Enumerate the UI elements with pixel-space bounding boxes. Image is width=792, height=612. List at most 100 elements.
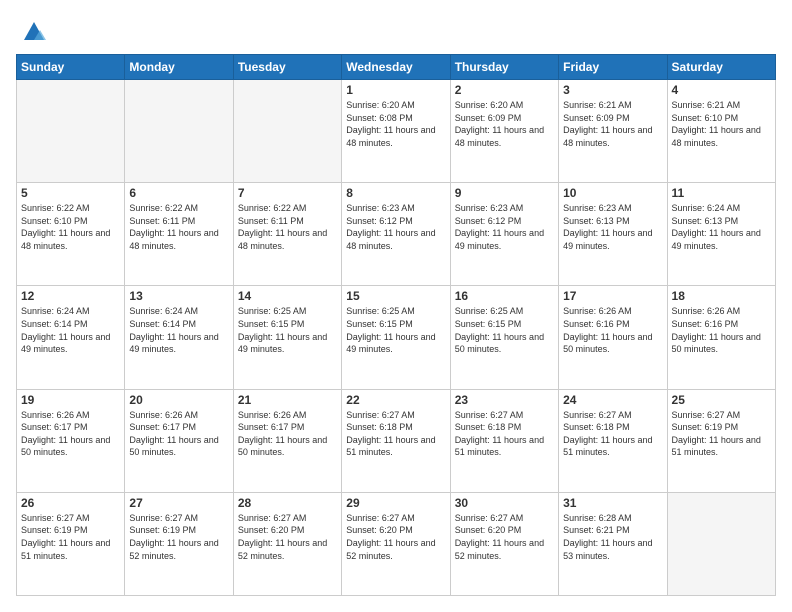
day-number: 14 (238, 289, 337, 303)
day-info: Sunrise: 6:27 AMSunset: 6:19 PMDaylight:… (129, 513, 218, 561)
logo (16, 16, 48, 44)
logo-icon (20, 16, 48, 44)
day-info: Sunrise: 6:21 AMSunset: 6:09 PMDaylight:… (563, 100, 652, 148)
calendar-cell: 8 Sunrise: 6:23 AMSunset: 6:12 PMDaylight… (342, 183, 450, 286)
day-number: 27 (129, 496, 228, 510)
calendar-cell: 5Sunrise: 6:22 AMSunset: 6:10 PMDaylight… (17, 183, 125, 286)
day-number: 15 (346, 289, 445, 303)
calendar-week-row: 5Sunrise: 6:22 AMSunset: 6:10 PMDaylight… (17, 183, 776, 286)
day-info: Sunrise: 6:27 AMSunset: 6:18 PMDaylight:… (346, 410, 435, 458)
weekday-header-wednesday: Wednesday (342, 55, 450, 80)
day-number: 9 (455, 186, 554, 200)
weekday-header-tuesday: Tuesday (233, 55, 341, 80)
calendar-cell: 3 Sunrise: 6:21 AMSunset: 6:09 PMDaylight… (559, 80, 667, 183)
weekday-header-saturday: Saturday (667, 55, 775, 80)
day-info: Sunrise: 6:28 AMSunset: 6:21 PMDaylight:… (563, 513, 652, 561)
day-number: 28 (238, 496, 337, 510)
calendar-cell: 7 Sunrise: 6:22 AMSunset: 6:11 PMDaylight… (233, 183, 341, 286)
day-info: Sunrise: 6:23 AMSunset: 6:12 PMDaylight:… (346, 203, 435, 251)
day-number: 25 (672, 393, 771, 407)
day-number: 13 (129, 289, 228, 303)
calendar-cell: 10 Sunrise: 6:23 AMSunset: 6:13 PMDayligh… (559, 183, 667, 286)
day-info: Sunrise: 6:20 AMSunset: 6:09 PMDaylight:… (455, 100, 544, 148)
day-info: Sunrise: 6:24 AMSunset: 6:14 PMDaylight:… (21, 306, 110, 354)
day-number: 23 (455, 393, 554, 407)
calendar-week-row: 1Sunrise: 6:20 AMSunset: 6:08 PMDaylight… (17, 80, 776, 183)
day-info: Sunrise: 6:27 AMSunset: 6:18 PMDaylight:… (563, 410, 652, 458)
day-info: Sunrise: 6:23 AMSunset: 6:12 PMDaylight:… (455, 203, 544, 251)
calendar-cell: 15 Sunrise: 6:25 AMSunset: 6:15 PMDayligh… (342, 286, 450, 389)
day-number: 6 (129, 186, 228, 200)
calendar-cell: 9 Sunrise: 6:23 AMSunset: 6:12 PMDaylight… (450, 183, 558, 286)
day-info: Sunrise: 6:26 AMSunset: 6:16 PMDaylight:… (672, 306, 761, 354)
day-number: 18 (672, 289, 771, 303)
day-info: Sunrise: 6:27 AMSunset: 6:20 PMDaylight:… (238, 513, 327, 561)
day-info: Sunrise: 6:24 AMSunset: 6:13 PMDaylight:… (672, 203, 761, 251)
day-info: Sunrise: 6:27 AMSunset: 6:18 PMDaylight:… (455, 410, 544, 458)
calendar-cell: 12 Sunrise: 6:24 AMSunset: 6:14 PMDayligh… (17, 286, 125, 389)
day-number: 20 (129, 393, 228, 407)
day-info: Sunrise: 6:23 AMSunset: 6:13 PMDaylight:… (563, 203, 652, 251)
calendar-cell (667, 492, 775, 595)
calendar-cell: 29 Sunrise: 6:27 AMSunset: 6:20 PMDayligh… (342, 492, 450, 595)
calendar-cell (17, 80, 125, 183)
day-info: Sunrise: 6:26 AMSunset: 6:16 PMDaylight:… (563, 306, 652, 354)
calendar-table: SundayMondayTuesdayWednesdayThursdayFrid… (16, 54, 776, 596)
calendar-cell: 19 Sunrise: 6:26 AMSunset: 6:17 PMDayligh… (17, 389, 125, 492)
day-number: 8 (346, 186, 445, 200)
day-info: Sunrise: 6:25 AMSunset: 6:15 PMDaylight:… (346, 306, 435, 354)
calendar-cell: 26Sunrise: 6:27 AMSunset: 6:19 PMDayligh… (17, 492, 125, 595)
calendar-cell: 14 Sunrise: 6:25 AMSunset: 6:15 PMDayligh… (233, 286, 341, 389)
day-number: 7 (238, 186, 337, 200)
day-info: Sunrise: 6:25 AMSunset: 6:15 PMDaylight:… (238, 306, 327, 354)
day-number: 3 (563, 83, 662, 97)
calendar-cell: 21 Sunrise: 6:26 AMSunset: 6:17 PMDayligh… (233, 389, 341, 492)
calendar-week-row: 26 Sunrise: 6:27 AMSunset: 6:19 PMDayligh… (17, 492, 776, 595)
weekday-header-friday: Friday (559, 55, 667, 80)
day-number: 11 (672, 186, 771, 200)
calendar-cell: 4 Sunrise: 6:21 AMSunset: 6:10 PMDaylight… (667, 80, 775, 183)
day-number: 1 (346, 83, 445, 97)
calendar-week-row: 19 Sunrise: 6:26 AMSunset: 6:17 PMDayligh… (17, 389, 776, 492)
weekday-header-sunday: Sunday (17, 55, 125, 80)
day-info: Sunrise: 6:26 AMSunset: 6:17 PMDaylight:… (238, 410, 327, 458)
calendar-cell: 16 Sunrise: 6:25 AMSunset: 6:15 PMDayligh… (450, 286, 558, 389)
day-number: 21 (238, 393, 337, 407)
day-info: Sunrise: 6:26 AMSunset: 6:17 PMDaylight:… (21, 410, 110, 458)
calendar-cell: 1Sunrise: 6:20 AMSunset: 6:08 PMDaylight… (342, 80, 450, 183)
day-info: Sunrise: 6:25 AMSunset: 6:15 PMDaylight:… (455, 306, 544, 354)
day-number: 4 (672, 83, 771, 97)
day-number: 19 (21, 393, 120, 407)
day-info: Sunrise: 6:24 AMSunset: 6:14 PMDaylight:… (129, 306, 218, 354)
day-number: 2 (455, 83, 554, 97)
calendar-cell: 31Sunrise: 6:28 AMSunset: 6:21 PMDayligh… (559, 492, 667, 595)
day-number: 30 (455, 496, 554, 510)
day-number: 5 (21, 186, 120, 200)
day-info: Sunrise: 6:21 AMSunset: 6:10 PMDaylight:… (672, 100, 761, 148)
day-number: 16 (455, 289, 554, 303)
calendar-cell: 17Sunrise: 6:26 AMSunset: 6:16 PMDayligh… (559, 286, 667, 389)
day-number: 10 (563, 186, 662, 200)
day-info: Sunrise: 6:27 AMSunset: 6:20 PMDaylight:… (455, 513, 544, 561)
weekday-header-monday: Monday (125, 55, 233, 80)
calendar-cell: 30 Sunrise: 6:27 AMSunset: 6:20 PMDayligh… (450, 492, 558, 595)
calendar-cell: 11 Sunrise: 6:24 AMSunset: 6:13 PMDayligh… (667, 183, 775, 286)
calendar-cell: 23 Sunrise: 6:27 AMSunset: 6:18 PMDayligh… (450, 389, 558, 492)
page-header (16, 16, 776, 44)
day-info: Sunrise: 6:27 AMSunset: 6:19 PMDaylight:… (672, 410, 761, 458)
weekday-header-thursday: Thursday (450, 55, 558, 80)
weekday-header-row: SundayMondayTuesdayWednesdayThursdayFrid… (17, 55, 776, 80)
day-info: Sunrise: 6:27 AMSunset: 6:20 PMDaylight:… (346, 513, 435, 561)
calendar-cell (125, 80, 233, 183)
day-number: 26 (21, 496, 120, 510)
day-number: 29 (346, 496, 445, 510)
calendar-cell: 24 Sunrise: 6:27 AMSunset: 6:18 PMDayligh… (559, 389, 667, 492)
day-number: 12 (21, 289, 120, 303)
calendar-cell: 25 Sunrise: 6:27 AMSunset: 6:19 PMDayligh… (667, 389, 775, 492)
calendar-cell: 22Sunrise: 6:27 AMSunset: 6:18 PMDayligh… (342, 389, 450, 492)
day-info: Sunrise: 6:22 AMSunset: 6:11 PMDaylight:… (129, 203, 218, 251)
day-number: 24 (563, 393, 662, 407)
day-info: Sunrise: 6:22 AMSunset: 6:11 PMDaylight:… (238, 203, 327, 251)
calendar-week-row: 12 Sunrise: 6:24 AMSunset: 6:14 PMDayligh… (17, 286, 776, 389)
day-info: Sunrise: 6:26 AMSunset: 6:17 PMDaylight:… (129, 410, 218, 458)
